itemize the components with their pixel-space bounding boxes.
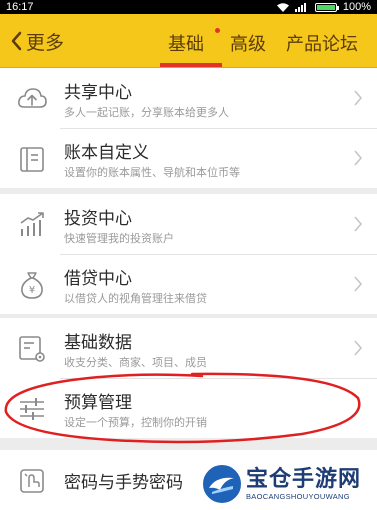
status-bar: 16:17 100% — [0, 0, 377, 14]
list-item-loan-center[interactable]: ¥ 借贷中心 以借贷人的视角管理往来借贷 — [0, 254, 377, 314]
battery-percent: 100% — [342, 1, 371, 13]
password-lock-icon — [20, 469, 44, 493]
item-subtitle: 设置你的账本属性、导航和本位币等 — [64, 166, 240, 179]
list-item-ledger-customize[interactable]: 账本自定义 设置你的账本属性、导航和本位币等 — [0, 128, 377, 188]
money-bag-icon: ¥ — [21, 272, 43, 299]
chevron-right-icon — [354, 90, 363, 106]
chevron-right-icon — [354, 216, 363, 232]
item-subtitle: 收支分类、商家、项目、成员 — [64, 356, 207, 369]
svg-text:¥: ¥ — [29, 285, 35, 296]
item-title: 账本自定义 — [64, 143, 149, 163]
item-title: 共享中心 — [64, 83, 132, 103]
budget-sliders-icon — [20, 398, 44, 420]
list-item-budget-management[interactable]: 预算管理 设定一个预算，控制你的开销 — [0, 378, 377, 438]
data-settings-icon — [19, 336, 45, 362]
battery-icon — [314, 2, 339, 12]
settings-group-sharing: 共享中心 多人一起记账，分享账本给更多人 账本自定义 设置你的账本属性、导航和本… — [0, 68, 377, 188]
watermark-title: 宝仓手游网 — [246, 467, 362, 492]
investment-chart-icon — [20, 212, 44, 236]
item-title: 投资中心 — [64, 209, 132, 229]
chevron-right-icon — [354, 340, 363, 356]
wifi-icon — [276, 2, 289, 12]
item-subtitle: 以借贷人的视角管理往来借贷 — [64, 292, 207, 305]
back-button[interactable]: 更多 — [10, 28, 64, 54]
status-time: 16:17 — [6, 1, 34, 13]
status-indicators: 100% — [276, 1, 371, 13]
active-tab-indicator — [160, 63, 222, 67]
book-settings-icon — [20, 147, 44, 172]
item-title: 预算管理 — [64, 393, 132, 413]
list-item-investment-center[interactable]: 投资中心 快速管理我的投资账户 — [0, 194, 377, 254]
site-watermark: 宝仓手游网 BAOCANGSHOUYOUWANG — [196, 458, 377, 510]
back-label: 更多 — [26, 31, 65, 54]
watermark-logo-icon — [201, 463, 243, 505]
watermark-subtitle: BAOCANGSHOUYOUWANG — [246, 492, 350, 501]
list-item-basic-data[interactable]: 基础数据 收支分类、商家、项目、成员 — [0, 318, 377, 378]
item-subtitle: 多人一起记账，分享账本给更多人 — [64, 106, 229, 119]
chevron-right-icon — [354, 150, 363, 166]
signal-icon — [294, 2, 309, 12]
item-subtitle: 快速管理我的投资账户 — [64, 232, 174, 245]
tab-basic[interactable]: 基础 — [168, 30, 204, 56]
tab-advanced[interactable]: 高级 — [230, 30, 266, 56]
tab-product-forum[interactable]: 产品论坛 — [286, 30, 358, 56]
settings-group-data: 基础数据 收支分类、商家、项目、成员 预算管理 设定一个预算，控制你的开销 — [0, 318, 377, 438]
notification-dot — [215, 28, 220, 33]
settings-group-finance: 投资中心 快速管理我的投资账户 ¥ 借贷中心 以借贷人的视角管理往来借贷 — [0, 194, 377, 314]
item-title: 密码与手势密码 — [64, 473, 183, 493]
top-nav-bar: 更多 基础 高级 产品论坛 — [0, 14, 377, 68]
list-item-share-center[interactable]: 共享中心 多人一起记账，分享账本给更多人 — [0, 68, 377, 128]
chevron-left-icon — [11, 31, 22, 51]
cloud-upload-icon — [18, 88, 47, 108]
item-subtitle: 设定一个预算，控制你的开销 — [64, 416, 207, 429]
item-title: 借贷中心 — [64, 269, 132, 289]
item-title: 基础数据 — [64, 333, 132, 353]
chevron-right-icon — [354, 276, 363, 292]
